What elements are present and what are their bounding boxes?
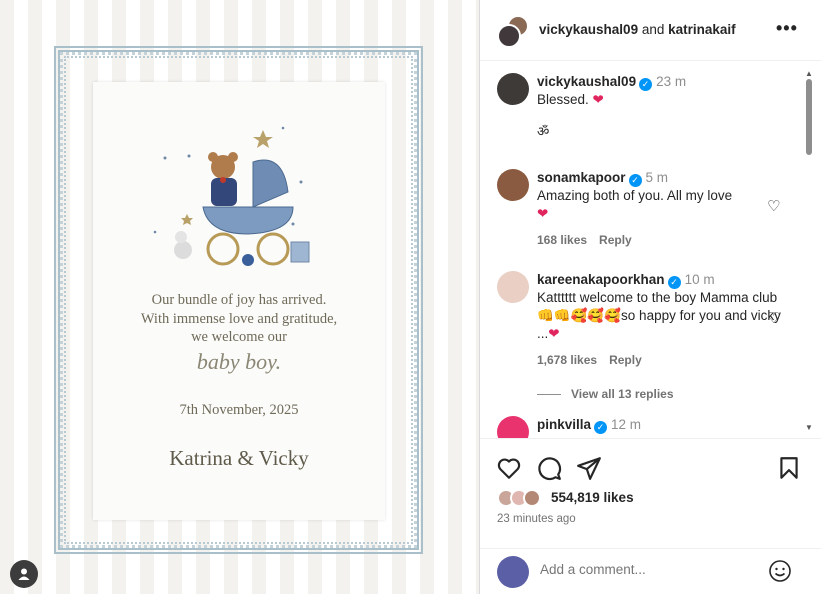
author-link-1[interactable]: vickykaushal09 bbox=[539, 22, 638, 37]
card-line-2: With immense love and gratitude, bbox=[140, 311, 338, 327]
card-date: 7th November, 2025 bbox=[179, 402, 299, 418]
scroll-thumb[interactable] bbox=[806, 79, 812, 155]
reply-button[interactable]: Reply bbox=[609, 353, 642, 367]
tagged-profile-button[interactable] bbox=[10, 560, 38, 588]
comment-input[interactable] bbox=[540, 562, 760, 577]
more-icon[interactable]: ••• bbox=[776, 18, 798, 39]
comment-text: Amazing both of you. All my love bbox=[537, 188, 733, 203]
like-comment-icon[interactable]: ♡ bbox=[767, 309, 783, 327]
post-sidebar: vickykaushal09 and katrinakaif ••• vicky… bbox=[479, 0, 821, 594]
share-icon[interactable] bbox=[576, 455, 602, 481]
comment-text: Blessed. bbox=[537, 92, 589, 107]
post-media[interactable]: Our bundle of joy has arrived. With imme… bbox=[0, 0, 479, 594]
teddy-pram-illustration bbox=[153, 126, 310, 266]
save-icon[interactable] bbox=[776, 455, 802, 481]
like-comment-icon[interactable]: ♡ bbox=[767, 197, 783, 215]
comment-text: Katttttt welcome to the boy Mamma club bbox=[537, 290, 778, 305]
author-avatars[interactable] bbox=[497, 15, 529, 48]
avatar[interactable] bbox=[497, 271, 529, 303]
comment-likes[interactable]: 1,678 likes bbox=[537, 353, 597, 367]
comment-username[interactable]: kareenakapoorkhan bbox=[537, 272, 665, 287]
view-replies-label: View all 13 replies bbox=[571, 387, 674, 401]
comments-list: vickykaushal09 ✓ 23 m Blessed. ❤ ॐ sonamka… bbox=[480, 61, 821, 438]
author-names: vickykaushal09 and katrinakaif bbox=[539, 22, 736, 37]
like-icon[interactable] bbox=[496, 455, 522, 481]
comments-scrollbar[interactable]: ▲ ▼ bbox=[803, 61, 815, 438]
reply-button[interactable]: Reply bbox=[599, 233, 632, 247]
comment-time[interactable]: 23 m bbox=[656, 74, 686, 89]
comment-time[interactable]: 5 m bbox=[646, 170, 669, 185]
comment-username[interactable]: pinkvilla bbox=[537, 417, 591, 432]
emoji-icon[interactable] bbox=[768, 559, 792, 583]
verified-icon: ✓ bbox=[639, 78, 653, 91]
add-comment-bar bbox=[480, 548, 821, 594]
announcement-card: Our bundle of joy has arrived. With imme… bbox=[93, 82, 385, 520]
post-time[interactable]: 23 minutes ago bbox=[497, 513, 576, 525]
avatar[interactable] bbox=[497, 73, 529, 105]
comment-meta: 1,678 likes Reply bbox=[537, 351, 782, 369]
om-symbol: ॐ bbox=[537, 124, 550, 139]
post-header: vickykaushal09 and katrinakaif ••• bbox=[480, 0, 821, 61]
profile-icon bbox=[18, 568, 30, 580]
comment-username[interactable]: vickykaushal09 bbox=[537, 74, 636, 89]
divider bbox=[537, 394, 561, 396]
card-names: Katrina & Vicky bbox=[169, 446, 309, 470]
author-joiner: and bbox=[641, 22, 665, 37]
heart-emoji: ❤ bbox=[592, 92, 604, 107]
card-line-3: we welcome our bbox=[191, 329, 287, 345]
comment-meta: 168 likes Reply bbox=[537, 231, 782, 249]
comment-username[interactable]: sonamkapoor bbox=[537, 170, 626, 185]
scroll-up-icon[interactable]: ▲ bbox=[805, 69, 813, 78]
current-user-avatar bbox=[497, 556, 529, 588]
author-link-2[interactable]: katrinakaif bbox=[668, 22, 736, 37]
avatar-vickykaushal09[interactable] bbox=[497, 24, 521, 48]
post-actions: 554,819 likes 23 minutes ago bbox=[480, 438, 821, 548]
avatar[interactable] bbox=[497, 169, 529, 201]
view-replies-button[interactable]: View all 13 replies bbox=[537, 387, 674, 401]
liker-avatar bbox=[523, 489, 541, 507]
comment-likes[interactable]: 168 likes bbox=[537, 233, 587, 247]
avatar[interactable] bbox=[497, 416, 529, 438]
heart-emoji: ❤ bbox=[537, 206, 549, 221]
verified-icon: ✓ bbox=[667, 276, 681, 289]
comment-time[interactable]: 10 m bbox=[685, 272, 715, 287]
card-line-1: Our bundle of joy has arrived. bbox=[151, 292, 327, 308]
comment-icon[interactable] bbox=[536, 455, 562, 481]
card-line-baby-boy: baby boy. bbox=[196, 349, 282, 374]
comment-time[interactable]: 12 m bbox=[611, 417, 641, 432]
verified-icon: ✓ bbox=[628, 174, 642, 187]
verified-icon: ✓ bbox=[594, 421, 608, 434]
heart-emoji: ❤ bbox=[548, 326, 560, 341]
likes-count[interactable]: 554,819 likes bbox=[551, 490, 634, 505]
scroll-down-icon[interactable]: ▼ bbox=[805, 423, 813, 432]
likes-summary[interactable]: 554,819 likes bbox=[497, 487, 817, 509]
emoji-row: 👊👊🥰🥰🥰 bbox=[537, 308, 622, 323]
